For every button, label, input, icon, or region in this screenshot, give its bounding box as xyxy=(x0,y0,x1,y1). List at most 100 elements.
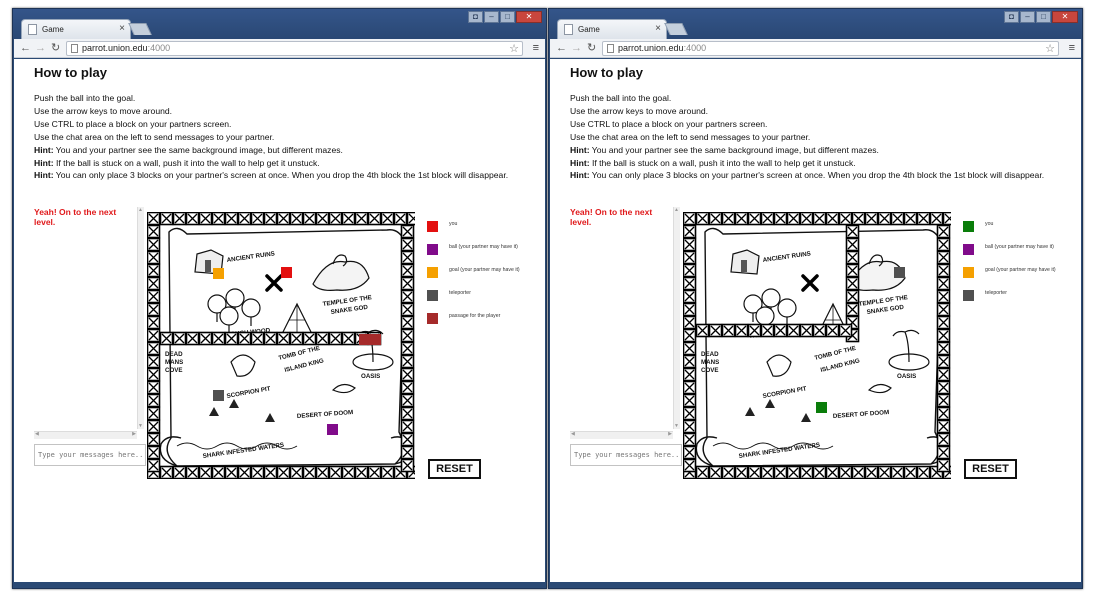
teleporter-block xyxy=(894,267,905,278)
chat-vertical-scrollbar[interactable]: ▲ ▼ xyxy=(673,207,680,429)
hint-line: Hint: You and your partner see the same … xyxy=(570,144,879,155)
legend-swatch xyxy=(427,221,438,232)
browser-toolbar: ← → ↻ parrot.union.edu:4000 ☆ ≡ xyxy=(550,39,1081,58)
instruction-line: Use the chat area on the left to send me… xyxy=(34,131,275,142)
map-ruins-door xyxy=(205,260,211,272)
map-tree xyxy=(241,298,261,318)
teleporter-block xyxy=(213,390,224,401)
goal-block xyxy=(213,268,224,279)
chat-message: Yeah! On to the next level. xyxy=(34,207,117,227)
reset-button[interactable]: RESET xyxy=(964,459,1017,479)
page-content: How to play Push the ball into the goal.… xyxy=(550,59,1081,582)
hint-line: Hint: You can only place 3 blocks on you… xyxy=(34,170,509,181)
menu-icon[interactable]: ≡ xyxy=(533,42,539,54)
back-arrow-icon[interactable]: ← xyxy=(20,41,31,55)
title-bar: Game × ◘ – □ ✕ xyxy=(13,9,546,40)
page-icon xyxy=(71,44,78,53)
url-port: :4000 xyxy=(147,43,171,53)
address-bar[interactable]: parrot.union.edu:4000 ☆ xyxy=(602,41,1059,56)
window-bottom-border xyxy=(14,582,545,588)
game-board[interactable]: ANCIENT RUINSTHE TOUCH WOODTEMPLE OF THE… xyxy=(683,212,951,479)
window-controls: ◘ – □ ✕ xyxy=(1003,11,1078,25)
close-window-button[interactable]: ✕ xyxy=(516,11,542,23)
legend-swatch xyxy=(427,290,438,301)
legend-swatch xyxy=(963,267,974,278)
tab-close-icon[interactable]: × xyxy=(119,23,125,34)
map-label: COVE xyxy=(165,367,183,374)
page-heading: How to play xyxy=(34,65,107,80)
reset-button[interactable]: RESET xyxy=(428,459,481,479)
chat-horizontal-scrollbar[interactable]: ◀ ▶ xyxy=(34,431,137,439)
title-bar: Game × ◘ – □ ✕ xyxy=(549,9,1082,40)
bookmark-star-icon[interactable]: ☆ xyxy=(509,42,519,55)
chat-message: Yeah! On to the next level. xyxy=(570,207,653,227)
user-icon[interactable]: ◘ xyxy=(468,11,483,23)
maximize-button[interactable]: □ xyxy=(500,11,515,23)
browser-toolbar: ← → ↻ parrot.union.edu:4000 ☆ ≡ xyxy=(14,39,545,58)
url-host: parrot.union.edu xyxy=(618,43,684,53)
browser-tab[interactable]: Game × xyxy=(557,19,667,40)
map-tree xyxy=(219,306,239,326)
instruction-line: Use CTRL to place a block on your partne… xyxy=(570,118,768,129)
window-bottom-border xyxy=(550,582,1081,588)
new-tab-button[interactable] xyxy=(128,23,152,35)
address-bar[interactable]: parrot.union.edu:4000 ☆ xyxy=(66,41,523,56)
chat-input[interactable] xyxy=(34,444,146,466)
hint-line: Hint: You can only place 3 blocks on you… xyxy=(570,170,1045,181)
instruction-line: Use CTRL to place a block on your partne… xyxy=(34,118,232,129)
forward-arrow-icon[interactable]: → xyxy=(35,41,46,55)
hint-line: Hint: If the ball is stuck on a wall, pu… xyxy=(570,157,856,168)
chat-horizontal-scrollbar[interactable]: ◀ ▶ xyxy=(570,431,673,439)
chat-log[interactable]: ▲ ▼ ◀ ▶ xyxy=(570,207,680,439)
chat-log[interactable]: ▲ ▼ ◀ ▶ xyxy=(34,207,144,439)
reload-icon[interactable]: ↻ xyxy=(51,41,60,55)
map-label: MANS xyxy=(701,359,719,366)
browser-tab[interactable]: Game × xyxy=(21,19,131,40)
map-tree xyxy=(777,298,797,318)
legend-swatch xyxy=(963,221,974,232)
instruction-line: Push the ball into the goal. xyxy=(34,93,136,103)
instructions: Push the ball into the goal. Use the arr… xyxy=(570,92,1044,182)
new-tab-button[interactable] xyxy=(664,23,688,35)
close-window-button[interactable]: ✕ xyxy=(1052,11,1078,23)
browser-window-left: Game × ◘ – □ ✕ ← → ↻ parrot.union.edu:40… xyxy=(12,8,547,589)
chat-input[interactable] xyxy=(570,444,682,466)
player-block xyxy=(816,402,827,413)
tab-title: Game xyxy=(42,25,64,34)
url-host: parrot.union.edu xyxy=(82,43,148,53)
url-port: :4000 xyxy=(683,43,707,53)
page-icon xyxy=(564,24,573,35)
desktop: Game × ◘ – □ ✕ ← → ↻ parrot.union.edu:40… xyxy=(0,0,1098,603)
window-controls: ◘ – □ ✕ xyxy=(467,11,542,25)
map-label: DEAD xyxy=(165,351,183,358)
menu-icon[interactable]: ≡ xyxy=(1069,42,1075,54)
map-label: COVE xyxy=(701,367,719,374)
game-board[interactable]: ANCIENT RUINSTHE TOUCH WOODTEMPLE OF THE… xyxy=(147,212,415,479)
legend-swatch xyxy=(963,290,974,301)
chat-vertical-scrollbar[interactable]: ▲ ▼ xyxy=(137,207,144,429)
hint-line: Hint: If the ball is stuck on a wall, pu… xyxy=(34,157,320,168)
page-heading: How to play xyxy=(570,65,643,80)
instruction-line: Use the arrow keys to move around. xyxy=(34,105,173,116)
instruction-line: Use the chat area on the left to send me… xyxy=(570,131,811,142)
instruction-line: Push the ball into the goal. xyxy=(570,93,672,103)
back-arrow-icon[interactable]: ← xyxy=(556,41,567,55)
map-tree xyxy=(761,288,781,308)
maximize-button[interactable]: □ xyxy=(1036,11,1051,23)
hint-line: Hint: You and your partner see the same … xyxy=(34,144,343,155)
map-label: MANS xyxy=(165,359,183,366)
bookmark-star-icon[interactable]: ☆ xyxy=(1045,42,1055,55)
minimize-button[interactable]: – xyxy=(484,11,499,23)
player-block xyxy=(281,267,292,278)
tab-close-icon[interactable]: × xyxy=(655,23,661,34)
map-label: DEAD xyxy=(701,351,719,358)
instruction-line: Use the arrow keys to move around. xyxy=(570,105,709,116)
user-icon[interactable]: ◘ xyxy=(1004,11,1019,23)
minimize-button[interactable]: – xyxy=(1020,11,1035,23)
instructions: Push the ball into the goal. Use the arr… xyxy=(34,92,508,182)
forward-arrow-icon[interactable]: → xyxy=(571,41,582,55)
tab-title: Game xyxy=(578,25,600,34)
map-label: OASIS xyxy=(361,373,380,380)
reload-icon[interactable]: ↻ xyxy=(587,41,596,55)
ball-block xyxy=(327,424,338,435)
